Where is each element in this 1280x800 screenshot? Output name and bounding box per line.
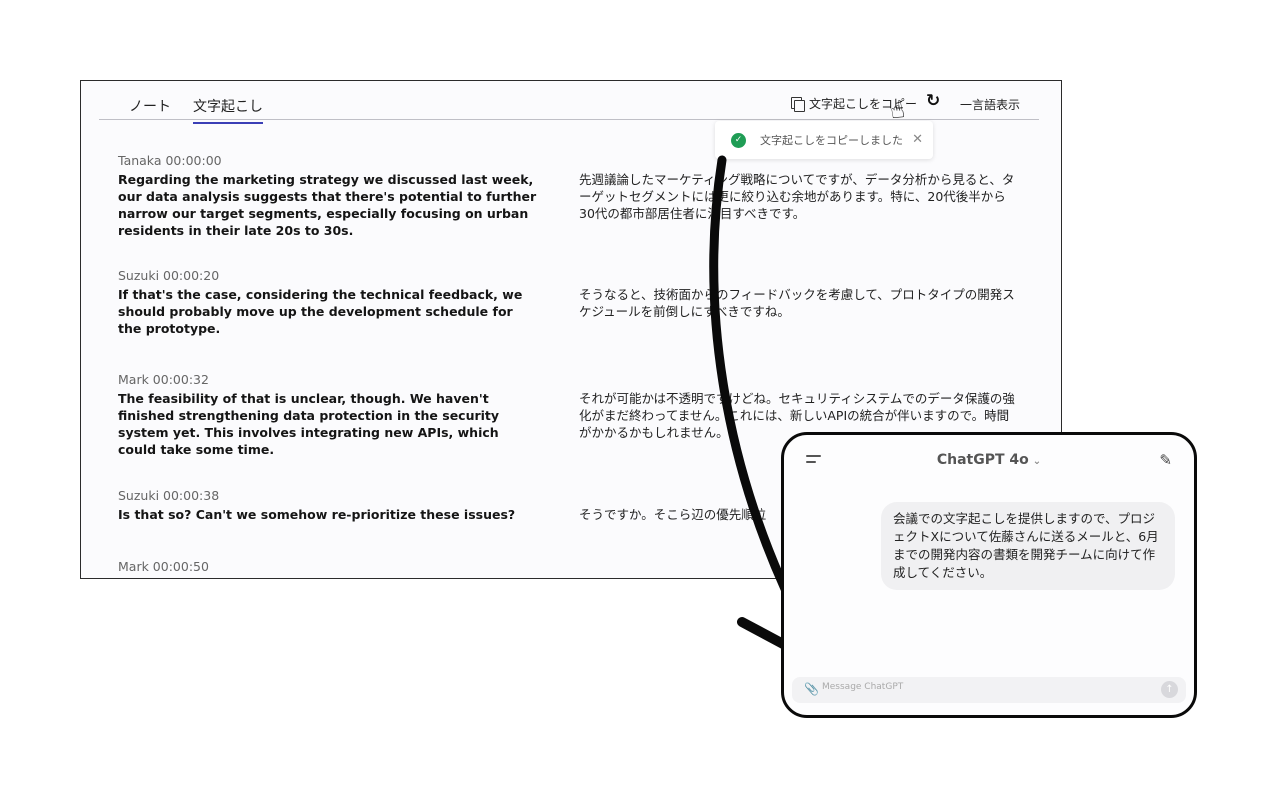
speaker-timestamp: Mark 00:00:32 — [118, 372, 209, 387]
user-message: 会議での文字起こしを提供しますので、プロジェクトXについて佐藤さんに送るメールと… — [881, 502, 1175, 590]
english-text: Is that so? Can't we somehow re-prioriti… — [118, 507, 516, 522]
tab-notes[interactable]: ノート — [129, 96, 171, 122]
toast-message: 文字起こしをコピーしました — [760, 134, 903, 147]
speaker-timestamp: Suzuki 00:00:20 — [118, 268, 220, 283]
english-text: The feasibility of that is unclear, thou… — [118, 391, 500, 457]
transcript-entry: Mark 00:00:32 The feasibility of that is… — [118, 372, 1058, 457]
english-text: Regarding the marketing strategy we disc… — [118, 172, 537, 238]
paperclip-icon[interactable]: 📎 — [804, 682, 819, 696]
model-title: ChatGPT 4o — [936, 452, 1029, 468]
chat-panel: ChatGPT 4o ⌄ ✎ 会議での文字起こしを提供しますので、プロジェクトXに… — [781, 432, 1197, 718]
composer: 📎 ↑ — [792, 677, 1186, 703]
transcript-entry: Tanaka 00:00:00 Regarding the marketing … — [118, 153, 1058, 238]
close-icon[interactable]: ✕ — [912, 132, 923, 147]
japanese-text: 先週議論したマーケティング戦略についてですが、データ分析から見ると、ターゲットセ… — [579, 172, 1015, 221]
japanese-text: そうなると、技術面からのフィードバックを考慮して、プロトタイプの開発スケジュール… — [579, 287, 1015, 319]
english-text: If that's the case, considering the tech… — [118, 287, 523, 336]
tab-transcript[interactable]: 文字起こし — [193, 96, 263, 124]
message-input[interactable] — [820, 681, 1154, 693]
copy-icon — [791, 97, 805, 112]
model-selector[interactable]: ChatGPT 4o ⌄ — [784, 452, 1194, 468]
refresh-icon[interactable]: ↻ — [926, 91, 940, 111]
transcript-entry: Suzuki 00:00:20 If that's the case, cons… — [118, 268, 1058, 336]
chevron-down-icon: ⌄ — [1032, 456, 1042, 467]
send-button[interactable]: ↑ — [1161, 681, 1178, 698]
speaker-timestamp: Tanaka 00:00:00 — [118, 153, 222, 168]
check-icon: ✓ — [731, 132, 746, 148]
single-language-button[interactable]: 一言語表示 — [960, 96, 1020, 113]
edit-icon[interactable]: ✎ — [1159, 451, 1172, 469]
